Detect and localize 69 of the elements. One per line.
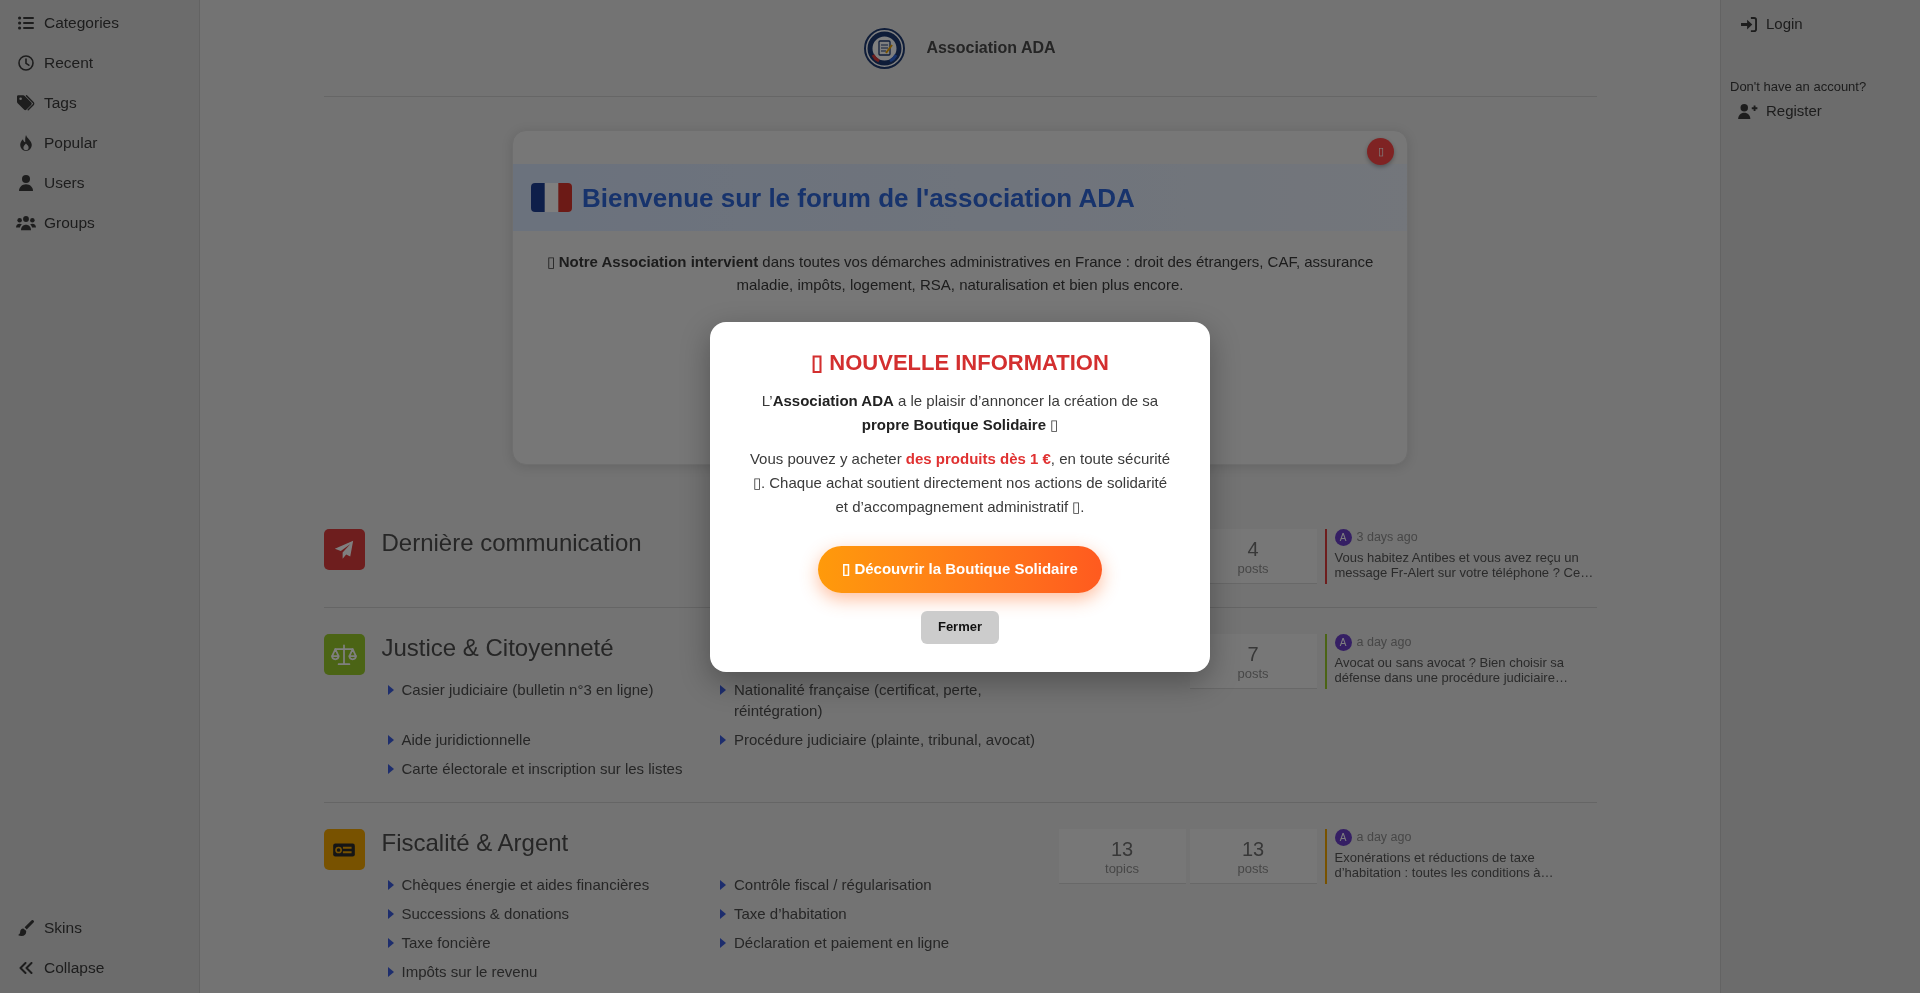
sidebar-item[interactable]: Popular — [0, 123, 199, 163]
caret-right-icon — [720, 734, 726, 745]
caret-right-icon — [387, 966, 394, 977]
subcategory-link[interactable]: Taxe d’habitation — [720, 903, 1053, 924]
modal-text: L’Association ADA a le plaisir d’annoncer la création de sa propre Boutique Solidaire ▯ — [760, 390, 1160, 435]
caret-right-icon — [720, 908, 726, 919]
sidebar-item[interactable]: Users — [0, 163, 199, 203]
double-chevron-left-icon — [19, 962, 33, 974]
subcategory-link[interactable]: Procédure judiciaire (plainte, tribunal, avocat) — [720, 729, 1053, 750]
close-button[interactable]: ▯ — [1367, 138, 1394, 165]
login-icon — [1741, 16, 1757, 32]
caret-right-icon — [387, 879, 394, 890]
list-icon — [18, 16, 34, 30]
modal-text: Vous pouvez y acheter des produits dès 1 €, en toute sécurité ▯. Chaque achat soutient directement nos actions de solidarité et d’accompagnement administratif ▯. — [749, 448, 1171, 517]
subcategory-link[interactable]: Nationalité française (certificat, perte, réintégration) — [720, 679, 1053, 721]
subcategory-link[interactable]: Casier judiciaire (bulletin n°3 en ligne) — [387, 679, 720, 721]
caret-right-icon — [720, 879, 726, 890]
caret-right-icon — [387, 684, 394, 695]
sidebar-item[interactable]: Recent — [0, 43, 199, 83]
post-count: 4 — [1247, 536, 1259, 561]
close-button[interactable]: Fermer — [921, 610, 999, 644]
caret-right-icon — [387, 937, 394, 948]
welcome-title: Bienvenue sur le forum de l'association ADA — [582, 181, 1135, 214]
clock-icon — [18, 55, 34, 71]
welcome-text: ▯ Notre Association intervient dans toutes vos démarches administratives en France : droit des étrangers, CAF, assurance maladie, impôts, logement, RSA, naturalisation et bien plus encore. — [545, 252, 1375, 295]
sidebar-item[interactable]: Skins — [0, 908, 199, 948]
subcategory-link[interactable]: Impôts sur le revenu — [387, 961, 720, 982]
users-icon — [16, 215, 36, 231]
user-avatar: A — [1334, 634, 1352, 651]
caret-right-icon — [387, 734, 394, 745]
sidebar-item[interactable]: Groups — [0, 203, 199, 243]
tags-icon — [17, 95, 35, 111]
post-count: 7 — [1247, 641, 1259, 666]
category-title[interactable]: Fiscalité & Argent — [381, 829, 569, 857]
user-avatar: A — [1334, 829, 1352, 846]
caret-right-icon — [720, 937, 726, 948]
sidebar-item[interactable]: Tags — [0, 83, 199, 123]
paintbrush-icon — [18, 920, 34, 936]
caret-right-icon — [720, 684, 726, 695]
post-count: 13 — [1241, 836, 1265, 861]
subcategory-link[interactable]: Taxe foncière — [387, 932, 720, 953]
fire-icon — [19, 135, 33, 151]
register-prompt: Don't have an account? — [1729, 79, 1868, 95]
category-title[interactable]: Dernière communication — [381, 529, 642, 557]
shop-button[interactable]: ▯ Découvrir la Boutique Solidaire — [818, 545, 1102, 593]
caret-right-icon — [387, 763, 394, 774]
topic-count: 13 — [1110, 836, 1134, 861]
flag-icon — [531, 183, 572, 212]
logo-icon — [864, 27, 906, 69]
subcategory-link[interactable]: Successions & donations — [387, 903, 720, 924]
sidebar-item[interactable]: Categories — [0, 3, 199, 43]
user-plus-icon — [1738, 103, 1758, 119]
post-excerpt[interactable]: Avocat ou sans avocat ? Bien choisir sa défense dans une procédure judiciaire… — [1334, 655, 1597, 685]
subcategory-link[interactable]: Déclaration et paiement en ligne — [720, 932, 1053, 953]
subcategory-link[interactable]: Aide juridictionnelle — [387, 729, 720, 750]
sidebar-item[interactable]: Collapse — [0, 948, 199, 988]
subcategory-link[interactable]: Carte électorale et inscription sur les listes — [387, 758, 720, 779]
subcategory-link[interactable]: Chèques énergie et aides financières — [387, 874, 720, 895]
register-link[interactable]: Register — [1721, 95, 1920, 127]
login-link[interactable]: Login — [1721, 4, 1920, 44]
user-icon — [19, 175, 33, 191]
subcategory-link[interactable]: Contrôle fiscal / régularisation — [720, 874, 1053, 895]
site-title[interactable]: Association ADA — [926, 36, 1056, 60]
caret-right-icon — [387, 908, 394, 919]
category-title[interactable]: Justice & Citoyenneté — [381, 634, 614, 662]
user-avatar: A — [1334, 529, 1352, 546]
post-excerpt[interactable]: Vous habitez Antibes et vous avez reçu un message Fr-Alert sur votre téléphone ? Ce… — [1334, 550, 1597, 580]
modal-title: ▯ NOUVELLE INFORMATION — [811, 348, 1109, 377]
post-excerpt[interactable]: Exonérations et réductions de taxe d’habitation : toutes les conditions à… — [1334, 850, 1597, 880]
